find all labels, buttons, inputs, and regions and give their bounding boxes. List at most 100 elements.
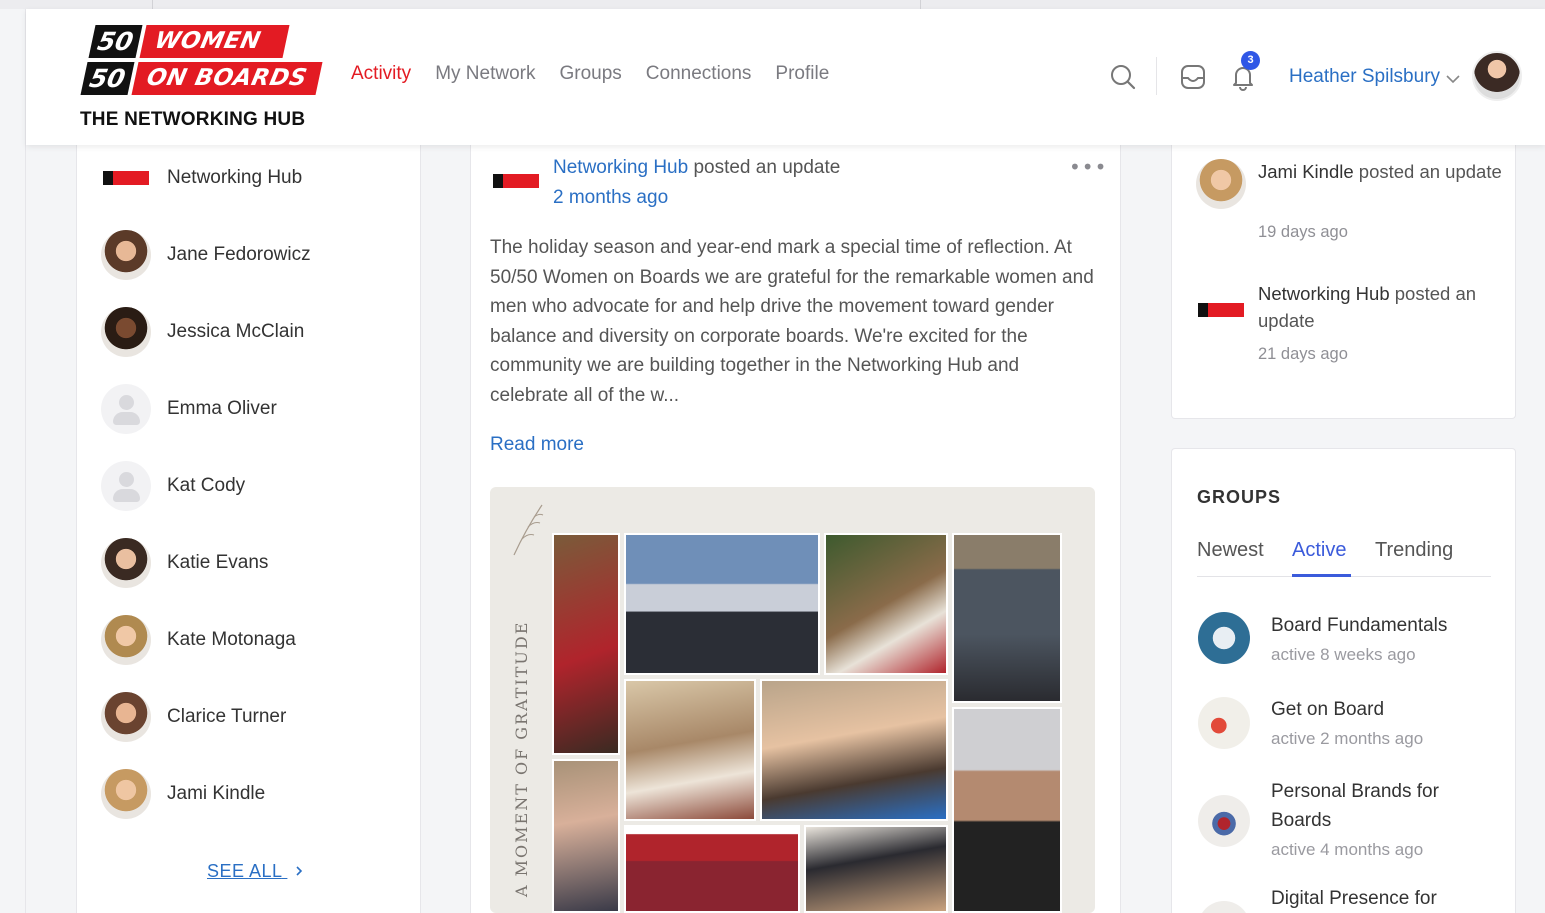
logo-row-2: 50 ON BOARDS [80,62,322,95]
networking-hub-logo-icon [101,169,151,187]
avatar [101,538,151,588]
avatar [101,615,151,665]
nav-profile[interactable]: Profile [775,63,829,85]
latest-updates-widget: Jami Kindle posted an update 19 days ago… [1171,145,1516,419]
logo-word-on-boards: ON BOARDS [131,62,322,95]
tab-newest[interactable]: Newest [1197,539,1264,562]
notification-badge: 3 [1241,51,1260,70]
group-activity-time: active 4 months ago [1271,840,1424,859]
member-item[interactable]: Emma Oliver [101,380,277,438]
member-item[interactable]: Jami Kindle [101,765,265,823]
activity-action: posted an update [1353,161,1502,182]
avatar-placeholder-icon [101,384,151,434]
group-digital-presence-icon[interactable] [1198,901,1250,913]
member-item[interactable]: Jessica McClain [101,303,304,361]
collage-photo [952,707,1062,913]
group-personal-brands-icon[interactable] [1198,795,1250,847]
post-image[interactable]: A MOMENT OF GRATITUDE [490,487,1095,913]
logo-tagline: THE NETWORKING HUB [80,109,306,130]
collage-photo [624,825,800,913]
collage-caption: A MOMENT OF GRATITUDE [512,620,531,897]
nav-my-network[interactable]: My Network [435,63,535,85]
read-more-link[interactable]: Read more [490,434,584,456]
group-name[interactable]: Board Fundamentals [1271,611,1491,640]
networking-hub-logo-icon [1196,301,1246,319]
member-item[interactable]: Jane Fedorowicz [101,226,311,284]
tab-active[interactable]: Active [1292,539,1346,562]
strip-divider [152,0,153,9]
group-name[interactable]: Digital Presence for [1271,884,1491,913]
see-all-label: SEE ALL [207,861,282,881]
inbox-icon[interactable] [1179,63,1207,91]
chevron-down-icon[interactable] [1446,69,1460,88]
avatar-placeholder-icon [101,461,151,511]
groups-title: GROUPS [1197,487,1282,507]
logo-number: 50 [80,62,135,95]
main-nav: Activity My Network Groups Connections P… [351,63,853,85]
member-name: Jessica McClain [167,321,305,342]
logo-row-1: 50 WOMEN [88,25,290,58]
member-name: Jami Kindle [167,783,266,804]
collage-photo [824,533,948,675]
see-all-link[interactable]: SEE ALL [207,861,303,882]
group-name[interactable]: Personal Brands for Boards [1271,777,1491,835]
group-get-on-board-icon[interactable] [1198,697,1250,749]
activity-time: 19 days ago [1258,223,1348,241]
tab-trending[interactable]: Trending [1375,539,1453,562]
member-item[interactable]: Networking Hub [101,149,302,207]
chevron-right-icon [295,861,303,882]
post-body: The holiday season and year-end mark a s… [490,237,1094,406]
members-widget: Networking Hub Jane Fedorowicz Jessica M… [76,145,421,913]
strip-divider [920,0,921,9]
site-logo[interactable]: 50 WOMEN 50 ON BOARDS THE NETWORKING HUB [80,25,322,135]
member-item[interactable]: Kate Motonaga [101,611,296,669]
member-name: Clarice Turner [167,706,287,727]
post-timestamp[interactable]: 2 months ago [553,187,668,209]
activity-text: Networking Hub posted an update [1258,280,1508,334]
member-name: Jane Fedorowicz [167,244,311,265]
avatar [101,769,151,819]
avatar [1196,159,1246,209]
post-header: Networking Hub posted an update [553,157,840,179]
member-name: Networking Hub [167,167,303,188]
member-item[interactable]: Clarice Turner [101,688,286,746]
nav-groups[interactable]: Groups [559,63,621,85]
sprig-illustration [513,504,544,556]
group-activity-time: active 8 weeks ago [1271,645,1416,664]
collage-photo [952,533,1062,703]
search-icon[interactable] [1109,63,1137,91]
user-menu-name[interactable]: Heather Spilsbury [1289,66,1440,88]
activity-author[interactable]: Networking Hub [1258,283,1390,304]
post-author-link[interactable]: Networking Hub [553,157,688,178]
browser-top-strip [0,0,1545,9]
member-name: Kat Cody [167,475,246,496]
group-activity-time: active 2 months ago [1271,729,1424,748]
collage-photo [552,533,620,755]
member-item[interactable]: Katie Evans [101,534,268,592]
activity-time: 21 days ago [1258,345,1348,363]
header-divider [1156,57,1157,95]
member-name: Emma Oliver [167,398,277,419]
activity-text: Jami Kindle posted an update [1258,158,1508,185]
avatar [101,692,151,742]
nav-connections[interactable]: Connections [646,63,752,85]
member-name: Kate Motonaga [167,629,296,650]
group-board-fundamentals-icon[interactable] [1198,612,1250,664]
activity-item[interactable] [1196,301,1246,319]
networking-hub-logo-icon[interactable] [491,172,541,190]
group-name[interactable]: Get on Board [1271,695,1491,724]
collage-photo [804,825,948,913]
activity-author[interactable]: Jami Kindle [1258,161,1354,182]
activity-item[interactable] [1196,159,1246,209]
more-options-icon[interactable]: ••• [1069,155,1107,179]
logo-number: 50 [88,25,143,58]
member-name: Katie Evans [167,552,269,573]
member-item[interactable]: Kat Cody [101,457,245,515]
active-tab-indicator [1292,574,1351,577]
logo-word-women: WOMEN [139,25,290,58]
nav-activity[interactable]: Activity [351,63,411,85]
left-gutter [0,9,26,913]
groups-widget: GROUPS Newest Active Trending Board Fund… [1171,448,1516,913]
site-header: 50 WOMEN 50 ON BOARDS THE NETWORKING HUB… [26,9,1545,145]
user-avatar[interactable] [1472,51,1522,101]
